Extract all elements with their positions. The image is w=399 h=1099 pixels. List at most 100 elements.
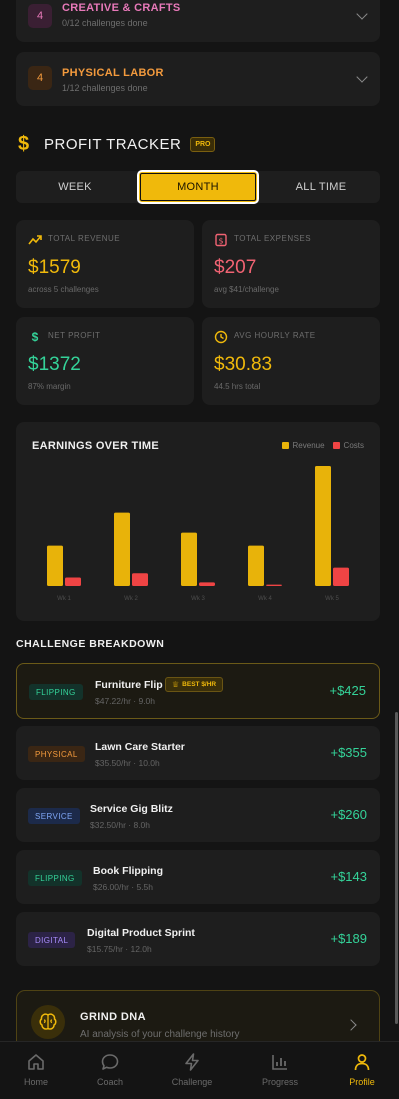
grind-dna-title: GRIND DNA (80, 1011, 146, 1023)
costs-bar-4 (266, 584, 282, 586)
costs-bar-3 (199, 582, 215, 586)
stat-label: AVG HOURLY RATE (234, 331, 316, 340)
trending-up-icon (28, 233, 42, 247)
stat-value: $1372 (28, 354, 81, 375)
challenge-row-digital-product[interactable]: DIGITAL Digital Product Sprint $15.75/hr… (16, 912, 380, 966)
costs-bar-5 (333, 567, 349, 586)
profit-tracker-title: PROFIT TRACKER (44, 135, 182, 153)
chat-icon (101, 1054, 119, 1070)
stat-note: 44.5 hrs total (214, 382, 261, 391)
bottom-nav: Home Coach Challenge Progress Profile (0, 1041, 399, 1099)
tag-flipping: FLIPPING (28, 870, 82, 886)
earnings-chart: EARNINGS OVER TIME Revenue Costs Wk 1 Wk … (16, 422, 380, 621)
category-number: 4 (28, 4, 52, 28)
category-progress: 0/12 challenges done (62, 18, 148, 28)
stat-value: $207 (214, 257, 257, 278)
total-expenses-card: $ TOTAL EXPENSES $207 avg $41/challenge (202, 220, 380, 308)
category-physical-labor[interactable]: 4 PHYSICAL LABOR 1/12 challenges done (16, 52, 380, 106)
nav-label: Challenge (171, 1077, 213, 1087)
chart-plot: Wk 1 Wk 2 Wk 3 Wk 4 Wk 5 (47, 466, 349, 602)
chevron-down-icon[interactable] (356, 71, 368, 83)
nav-label: Coach (96, 1077, 123, 1087)
stat-note: avg $41/challenge (214, 285, 279, 294)
challenge-meta: $15.75/hr · 12.0h (87, 944, 152, 954)
breakdown-title: CHALLENGE BREAKDOWN (16, 638, 165, 650)
challenge-row-service-gig[interactable]: SERVICE Service Gig Blitz $32.50/hr · 8.… (16, 788, 380, 842)
x-tick-label: Wk 2 (124, 596, 138, 602)
stat-value: $1579 (28, 257, 81, 278)
tag-digital: DIGITAL (28, 932, 76, 948)
challenge-name: Book Flipping (93, 865, 163, 877)
nav-label: Progress (261, 1077, 298, 1087)
svg-text:$: $ (218, 237, 223, 246)
profile-screen: 4 CREATIVE & CRAFTS 0/12 challenges done… (0, 0, 399, 1099)
pro-badge: PRO (190, 136, 216, 152)
stat-note: 87% margin (28, 382, 71, 391)
challenge-meta: $26.00/hr · 5.5h (93, 882, 154, 892)
challenge-meta: $35.50/hr · 10.0h (95, 758, 160, 768)
revenue-bar-3 (181, 532, 197, 586)
challenge-meta: $47.22/hr · 9.0h (95, 696, 156, 706)
challenge-name: Digital Product Sprint (87, 927, 195, 939)
revenue-bar-2 (114, 512, 130, 586)
challenge-name: Furniture Flip (95, 679, 163, 691)
bar-chart-icon (272, 1055, 287, 1070)
tab-all-time[interactable]: ALL TIME (262, 171, 380, 203)
scrollbar[interactable] (395, 712, 398, 1024)
challenge-meta: $32.50/hr · 8.0h (90, 820, 151, 830)
challenge-name: Lawn Care Starter (95, 741, 185, 753)
stat-note: across 5 challenges (28, 285, 99, 294)
challenge-row-furniture-flip[interactable]: FLIPPING Furniture Flip ♕ BEST $/HR $47.… (16, 663, 380, 719)
trophy-icon: ♕ (172, 680, 180, 689)
stat-label: TOTAL REVENUE (48, 234, 121, 243)
tab-month[interactable]: MONTH (137, 170, 259, 204)
challenge-row-book-flipping[interactable]: FLIPPING Book Flipping $26.00/hr · 5.5h … (16, 850, 380, 904)
tab-week[interactable]: WEEK (16, 171, 134, 203)
profit-tracker-header: $ PROFIT TRACKER PRO (18, 132, 216, 156)
tag-service: SERVICE (28, 808, 80, 824)
challenge-profit: +$425 (329, 683, 366, 698)
challenge-row-lawn-care[interactable]: PHYSICAL Lawn Care Starter $35.50/hr · 1… (16, 726, 380, 780)
nav-challenge[interactable]: Challenge (156, 1052, 228, 1087)
nav-coach[interactable]: Coach (74, 1052, 146, 1087)
category-creative-crafts[interactable]: 4 CREATIVE & CRAFTS 0/12 challenges done (16, 0, 380, 42)
nav-progress[interactable]: Progress (244, 1052, 316, 1087)
x-tick-label: Wk 1 (57, 596, 71, 602)
avg-hourly-rate-card: AVG HOURLY RATE $30.83 44.5 hrs total (202, 317, 380, 405)
dollar-icon: $ (31, 330, 39, 344)
bolt-icon (185, 1053, 199, 1071)
period-tabs: WEEK MONTH ALL TIME (16, 170, 380, 204)
challenge-profit: +$260 (330, 807, 367, 822)
challenge-profit: +$189 (330, 931, 367, 946)
category-title: CREATIVE & CRAFTS (62, 2, 181, 14)
grind-dna-subtitle: AI analysis of your challenge history (80, 1029, 240, 1040)
nav-profile[interactable]: Profile (326, 1052, 398, 1087)
nav-label: Profile (349, 1077, 375, 1087)
home-icon (28, 1054, 44, 1070)
x-tick-label: Wk 3 (191, 596, 205, 602)
clock-icon (214, 330, 228, 344)
costs-bar-2 (132, 573, 148, 586)
dollar-icon: $ (18, 132, 30, 155)
stat-label: NET PROFIT (48, 331, 101, 340)
challenge-name: Service Gig Blitz (90, 803, 173, 815)
brain-icon (31, 1005, 65, 1039)
revenue-bar-1 (47, 545, 63, 586)
chevron-down-icon[interactable] (356, 8, 368, 20)
net-profit-card: $ NET PROFIT $1372 87% margin (16, 317, 194, 405)
category-number: 4 (28, 66, 52, 90)
costs-bar-1 (65, 577, 81, 586)
chevron-right-icon[interactable] (345, 1019, 357, 1031)
best-rate-badge: ♕ BEST $/HR (165, 677, 224, 692)
user-icon (354, 1054, 370, 1071)
nav-home[interactable]: Home (0, 1052, 72, 1087)
nav-label: Home (23, 1077, 48, 1087)
revenue-bar-5 (315, 466, 331, 586)
stat-value: $30.83 (214, 354, 273, 375)
x-tick-label: Wk 4 (258, 596, 272, 602)
revenue-bar-4 (248, 545, 264, 586)
tag-physical: PHYSICAL (28, 746, 85, 762)
challenge-profit: +$143 (330, 869, 367, 884)
challenge-profit: +$355 (330, 745, 367, 760)
stat-label: TOTAL EXPENSES (234, 234, 312, 243)
